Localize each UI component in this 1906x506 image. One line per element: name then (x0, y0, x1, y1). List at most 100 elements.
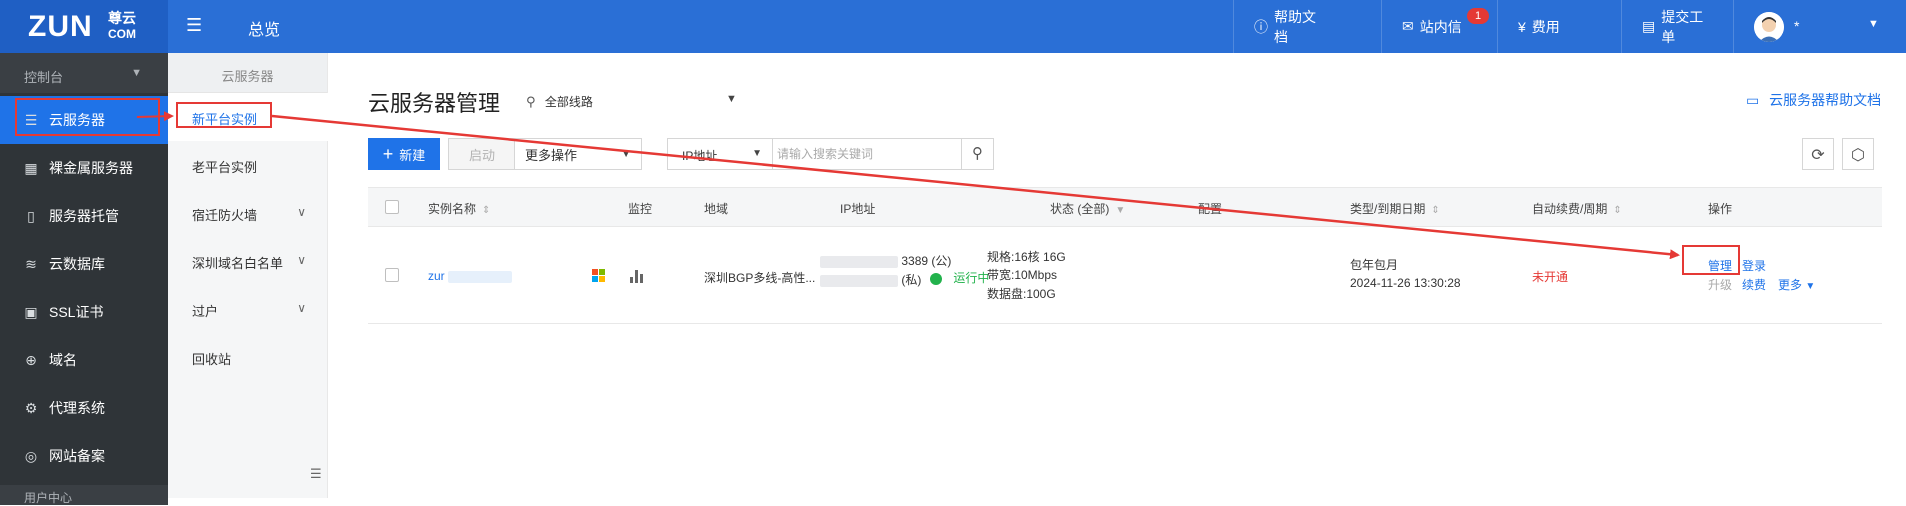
sidebar-item-label: 网站备案 (49, 448, 105, 464)
sidebar-item-icp[interactable]: ◎ 网站备案 (0, 432, 168, 480)
sidebar-section-label: 控制台 (24, 70, 64, 85)
subnav-item-label: 宿迁防火墙 (192, 208, 258, 223)
settings-icon[interactable]: ⬡ (1842, 138, 1874, 170)
submit-ticket-link[interactable]: ▤ 提交工单 (1621, 0, 1733, 53)
sidebar-item-label: SSL证书 (49, 304, 104, 320)
folder-icon: ▭ (1746, 92, 1760, 108)
region-selector-value: 全部线路 (544, 95, 593, 109)
caret-down-icon: ▼ (752, 148, 762, 159)
start-button-label: 启动 (468, 147, 495, 163)
ssl-certificate-icon: ▣ (24, 303, 38, 320)
chevron-down-icon[interactable]: ▼ (1868, 18, 1879, 30)
column-header-status[interactable]: 状态 (全部) ▼ (1050, 200, 1125, 217)
login-link[interactable]: 登录 (1742, 257, 1766, 274)
database-icon: ≋ (25, 255, 37, 272)
menu-toggle-icon[interactable]: ☰ (186, 15, 210, 39)
column-header-name[interactable]: 实例名称 ⇕ (428, 200, 490, 217)
upgrade-link[interactable]: 升级 (1708, 276, 1732, 293)
new-instance-button[interactable]: + 新建 (368, 138, 440, 170)
refresh-icon[interactable]: ⟳ (1802, 138, 1834, 170)
instance-region: 深圳BGP多线-高性... (704, 271, 816, 285)
region-selector[interactable]: ⚲ 全部线路 ▼ (526, 93, 737, 110)
renew-link[interactable]: 续费 (1742, 276, 1766, 293)
ip-public-value: 3389 (公) (901, 254, 952, 268)
header-label: 自动续费/周期 (1532, 202, 1608, 216)
message-count-badge: 1 (1467, 8, 1489, 24)
column-header-autorenew[interactable]: 自动续费/周期 ⇕ (1532, 200, 1622, 217)
help-doc-link[interactable]: ▭ 云服务器帮助文档 (1746, 90, 1881, 110)
server-hosting-icon: ▯ (27, 207, 35, 224)
chevron-down-icon: ∨ (297, 253, 306, 267)
page-breadcrumb: 总览 (248, 22, 281, 39)
new-button-label: 新建 (399, 147, 426, 163)
caret-down-icon: ▼ (131, 67, 142, 79)
sidebar-item-bare-metal[interactable]: ▦ 裸金属服务器 (0, 144, 168, 192)
page-title: 云服务器管理 (368, 91, 501, 116)
windows-os-icon (592, 268, 606, 283)
redacted-text (448, 270, 513, 283)
manage-link[interactable]: 管理 (1708, 257, 1732, 274)
globe-icon: ⊕ (25, 351, 37, 368)
start-button[interactable]: 启动 (448, 138, 516, 170)
sidebar-item-server-hosting[interactable]: ▯ 服务器托管 (0, 192, 168, 240)
avatar[interactable] (1754, 12, 1784, 42)
sidebar-item-database[interactable]: ≋ 云数据库 (0, 240, 168, 288)
help-docs-link[interactable]: ⓘ 帮助文档 (1233, 0, 1339, 53)
caret-down-icon: ▼ (621, 148, 631, 160)
sidebar-item-proxy[interactable]: ⚙ 代理系统 (0, 384, 168, 432)
billing-link[interactable]: ¥ 费用 (1497, 0, 1621, 53)
search-bar: IP地址 ▼ ⚲ (667, 138, 994, 170)
search-input[interactable] (775, 140, 955, 168)
submit-ticket-label: 提交工单 (1661, 8, 1704, 45)
sidebar-item-cloud-server[interactable]: ☰ 云服务器 (0, 96, 168, 144)
status-label: 运行中 (953, 271, 990, 285)
mail-icon: ✉ (1402, 18, 1414, 34)
subnav-item-old-platform[interactable]: 老平台实例 (168, 141, 328, 189)
logo[interactable]: ZUN 尊云 COM (0, 0, 168, 53)
subnav-item-shenzhen-whitelist[interactable]: 深圳域名白名单 ∨ (168, 237, 328, 285)
subnav-item-transfer[interactable]: 过户 ∨ (168, 285, 328, 333)
sort-icon: ⇕ (1431, 205, 1440, 216)
monitor-chart-icon[interactable] (630, 268, 644, 283)
subnav-item-label: 老平台实例 (192, 160, 258, 175)
subnav-item-suqian-firewall[interactable]: 宿迁防火墙 ∨ (168, 189, 328, 237)
plus-icon: + (382, 143, 394, 164)
subnav-item-label: 回收站 (192, 352, 232, 367)
redacted-text (820, 255, 898, 268)
username: * (1794, 18, 1800, 34)
select-all-checkbox[interactable] (385, 200, 399, 214)
search-icon[interactable]: ⚲ (961, 139, 993, 169)
ip-private: (私) (820, 271, 921, 288)
more-actions-dropdown[interactable]: 更多操作 ▼ (514, 138, 642, 170)
expiry-date: 2024-11-26 13:30:28 (1350, 276, 1461, 290)
billing-type: 包年包月 (1350, 258, 1399, 272)
subnav-item-recycle-bin[interactable]: 回收站 (168, 333, 328, 381)
top-bar: ZUN 尊云 COM ☰ 总览 ⓘ 帮助文档 ✉ 站内信 1 ¥ 费用 ▤ 提交… (0, 0, 1906, 53)
sidebar-item-label: 服务器托管 (49, 208, 119, 224)
caret-down-icon: ▼ (1805, 281, 1816, 292)
config-cpu: 规格:16核 16G (987, 250, 1066, 264)
help-circle-icon: ⓘ (1254, 18, 1268, 35)
more-actions-link[interactable]: 更多 ▼ (1778, 276, 1815, 293)
instance-name[interactable]: zur (428, 269, 513, 283)
yen-coin-icon: ¥ (1518, 18, 1526, 35)
settings-gear-icon: ⚙ (24, 399, 38, 416)
column-header-type-expiry[interactable]: 类型/到期日期 ⇕ (1350, 200, 1440, 217)
subnav-item-label: 过户 (192, 304, 219, 319)
sidebar-section-user-center[interactable]: 用户中心 (0, 485, 168, 505)
sidebar-item-label: 云数据库 (49, 256, 105, 272)
instance-name-link[interactable]: zur (428, 269, 445, 283)
sidebar-section-console[interactable]: 控制台 ▼ (0, 53, 168, 93)
search-field-selector[interactable]: IP地址 ▼ (668, 139, 773, 169)
row-checkbox[interactable] (385, 268, 399, 282)
column-header-region: 地域 (704, 202, 729, 216)
sidebar-item-ssl[interactable]: ▣ SSL证书 (0, 288, 168, 336)
sidebar: 控制台 ▼ ☰ 云服务器 ▦ 裸金属服务器 ▯ 服务器托管 ≋ 云数据库 ▣ S… (0, 53, 168, 505)
subnav-item-new-platform[interactable]: 新平台实例 (168, 93, 328, 141)
running-status-dot (930, 272, 942, 285)
logo-text: ZUN (28, 10, 93, 43)
collapse-menu-icon[interactable]: ☰ (310, 466, 322, 482)
sidebar-item-domain[interactable]: ⊕ 域名 (0, 336, 168, 384)
header-label: 实例名称 (428, 202, 477, 216)
filter-caret-icon: ▼ (1115, 205, 1126, 216)
